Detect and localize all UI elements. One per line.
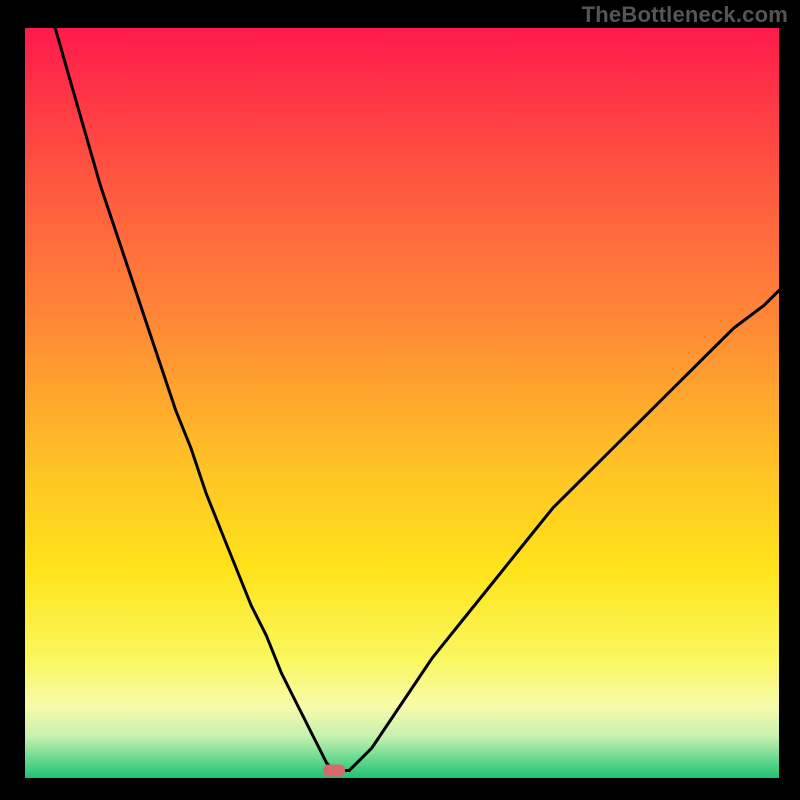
gradient-background (25, 28, 779, 778)
chart-frame: TheBottleneck.com (0, 0, 800, 800)
watermark-text: TheBottleneck.com (582, 2, 788, 28)
plot-area (25, 28, 779, 778)
plot-svg (25, 28, 779, 778)
marker-pill (323, 765, 345, 777)
